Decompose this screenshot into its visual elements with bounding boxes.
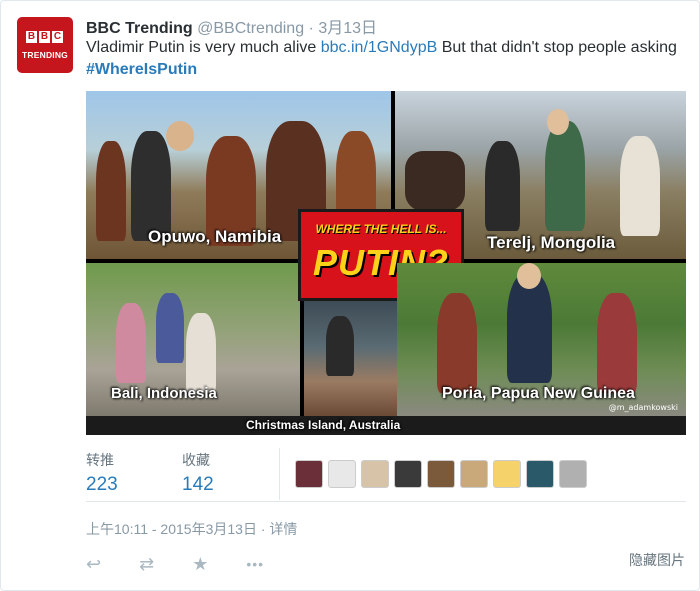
figure-shape <box>507 273 552 383</box>
favoriter-avatar[interactable] <box>361 460 389 488</box>
avatar-trending-text: TRENDING <box>22 50 68 60</box>
figure-head <box>547 109 569 135</box>
tweet-link[interactable]: bbc.in/1GNdypB <box>321 39 438 56</box>
favoriter-avatar[interactable] <box>295 460 323 488</box>
favoriter-avatar[interactable] <box>559 460 587 488</box>
figure-shape <box>326 316 354 376</box>
logo-letter: B <box>39 31 50 43</box>
favoriter-avatar[interactable] <box>394 460 422 488</box>
hashtag-link[interactable]: #WhereIsPutin <box>86 61 197 78</box>
bottom-strip: Christmas Island, Australia <box>86 416 686 435</box>
avatar[interactable]: B B C TRENDING <box>17 17 73 73</box>
figure-head <box>517 263 541 289</box>
caption-bali: Bali, Indonesia <box>111 385 217 402</box>
timestamp[interactable]: 上午10:11 - 2015年3月13日 · 详情 <box>86 519 297 539</box>
figure-shape <box>545 121 585 231</box>
retweets-count: 223 <box>86 474 118 495</box>
tweet-text-part: Vladimir Putin is very much alive <box>86 39 321 56</box>
title-top-text: WHERE THE HELL IS... <box>315 222 447 236</box>
more-icon[interactable]: ••• <box>246 554 264 574</box>
favoriter-avatar[interactable] <box>328 460 356 488</box>
favoriter-avatar[interactable] <box>460 460 488 488</box>
tweet-header: BBC Trending @BBCtrending · 3月13日 <box>86 14 377 38</box>
caption-poria: Poria, Papua New Guinea <box>442 385 635 402</box>
stats-divider <box>279 448 280 500</box>
figure-shape <box>597 293 637 393</box>
favoriter-avatar[interactable] <box>427 460 455 488</box>
figure-shape <box>96 141 126 241</box>
photo-bali: Bali, Indonesia <box>86 263 300 416</box>
reply-icon[interactable]: ↩ <box>86 554 101 574</box>
tweet-card: B B C TRENDING BBC Trending @BBCtrending… <box>0 0 700 591</box>
account-handle[interactable]: @BBCtrending <box>197 20 304 37</box>
bbc-logo: B B C <box>26 31 63 43</box>
divider <box>86 501 686 502</box>
favorite-stat[interactable]: 收藏 142 <box>182 450 214 496</box>
hide-image-link[interactable]: 隐藏图片 <box>629 550 685 570</box>
retweet-icon[interactable]: ⇄ <box>139 554 154 574</box>
figure-shape <box>437 293 477 393</box>
figure-shape <box>485 141 520 231</box>
retweet-stat[interactable]: 转推 223 <box>86 450 118 496</box>
favorite-icon[interactable]: ★ <box>192 554 208 574</box>
logo-letter: C <box>52 31 63 43</box>
date-separator: · <box>304 20 319 37</box>
caption-opuwo: Opuwo, Namibia <box>148 227 282 246</box>
tweet-actions: ↩ ⇄ ★ ••• <box>86 554 264 574</box>
tweet-text-part: But that didn't stop people asking <box>437 39 677 56</box>
figure-shape <box>131 131 171 241</box>
favoriter-avatar[interactable] <box>493 460 521 488</box>
caption-terelj: Terelj, Mongolia <box>487 233 616 252</box>
tweet-image[interactable]: Opuwo, Namibia Terelj, Mongolia Bali, In… <box>86 91 686 435</box>
figure-shape <box>405 151 465 211</box>
display-name[interactable]: BBC Trending <box>86 20 193 37</box>
favorites-label: 收藏 <box>182 452 210 468</box>
favoriter-avatars <box>295 460 587 488</box>
figure-shape <box>116 303 146 383</box>
logo-letter: B <box>26 31 37 43</box>
retweets-label: 转推 <box>86 452 114 468</box>
figure-shape <box>620 136 660 236</box>
figure-shape <box>186 313 216 393</box>
tweet-text: Vladimir Putin is very much alive bbc.in… <box>86 37 686 81</box>
figure-head <box>166 121 194 151</box>
tweet-date[interactable]: 3月13日 <box>318 20 377 37</box>
caption-christmas-island: Christmas Island, Australia <box>246 418 401 432</box>
photo-poria: Poria, Papua New Guinea @m_adamkowski <box>397 263 686 416</box>
favoriter-avatar[interactable] <box>526 460 554 488</box>
image-credit: @m_adamkowski <box>608 403 678 412</box>
favorites-count: 142 <box>182 474 214 495</box>
figure-shape <box>156 293 184 363</box>
